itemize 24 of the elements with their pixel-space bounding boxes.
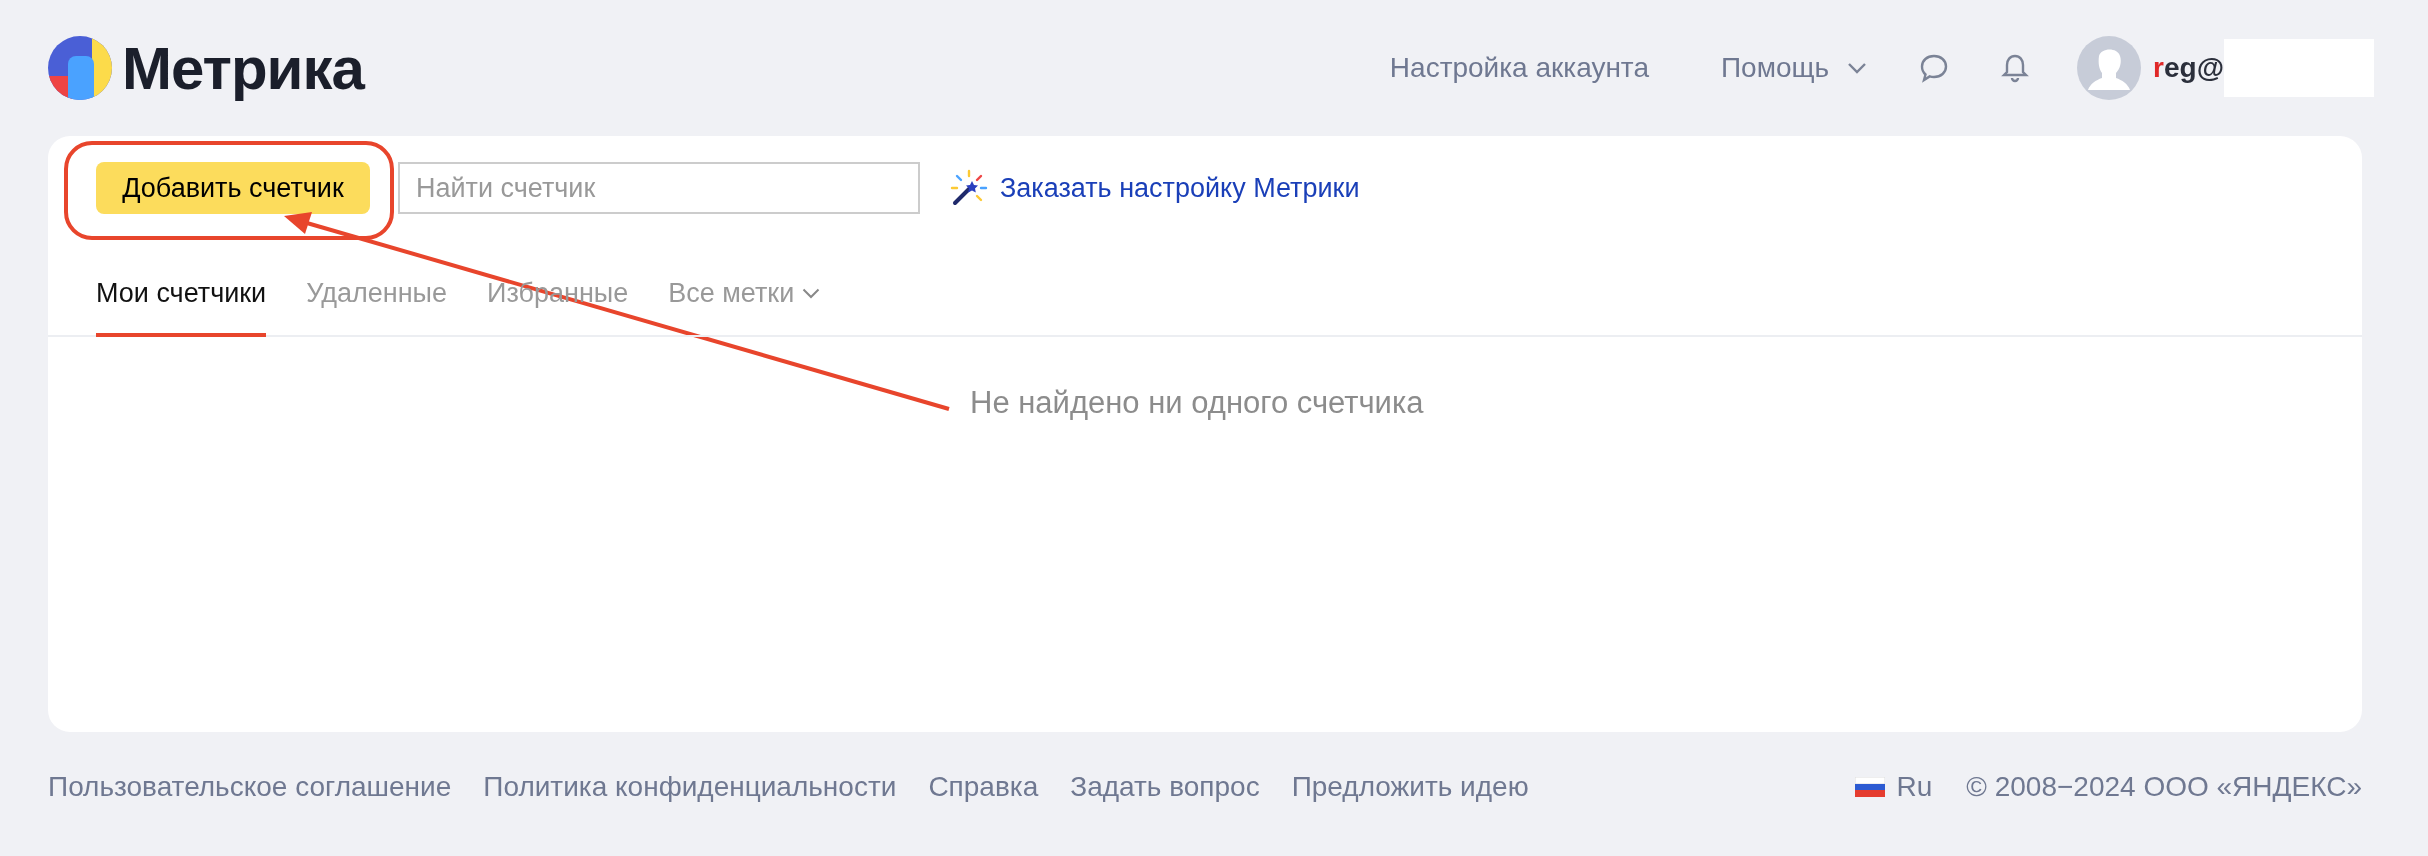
user-login[interactable]: reg@ [2153, 52, 2224, 84]
footer-link[interactable]: Справка [928, 771, 1039, 803]
logo-text[interactable]: Метрика [122, 33, 364, 103]
account-settings-link[interactable]: Настройка аккаунта [1389, 52, 1649, 84]
tab[interactable]: Мои счетчики [96, 270, 267, 337]
tab[interactable]: Удаленные [306, 270, 447, 337]
order-setup-link[interactable]: Заказать настройку Метрики [950, 169, 1360, 207]
tab[interactable]: Все метки [668, 270, 821, 337]
help-menu[interactable]: Помощь [1720, 52, 1868, 84]
language-link[interactable]: Ru [1854, 771, 1933, 803]
footer-link[interactable]: Предложить идею [1291, 771, 1529, 803]
bell-icon[interactable] [2001, 53, 2030, 83]
add-counter-button[interactable]: Добавить счетчик [96, 162, 370, 214]
empty-message: Не найдено ни одного счетчика [970, 385, 1424, 420]
chevron-down-icon [802, 288, 821, 299]
footer-link[interactable]: Задать вопрос [1070, 771, 1260, 803]
magic-wand-icon [950, 169, 988, 207]
flag-icon [1854, 777, 1885, 797]
copyright: © 2008−2024 ООО «ЯНДЕКС» [1966, 771, 2362, 803]
chevron-down-icon [1847, 62, 1868, 74]
footer-link[interactable]: Политика конфиденциальности [483, 771, 897, 803]
chat-bubble-icon[interactable] [1919, 53, 1950, 83]
search-field[interactable]: Найти счетчик [398, 162, 920, 214]
footer-link[interactable]: Пользовательское соглашение [48, 771, 452, 803]
